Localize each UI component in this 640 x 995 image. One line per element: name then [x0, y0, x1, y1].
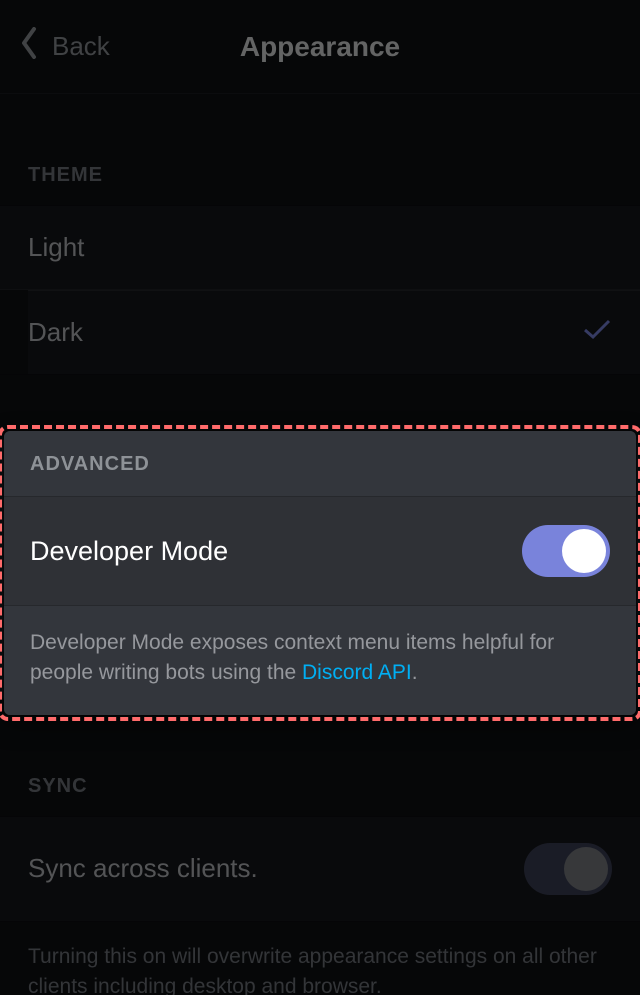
theme-option-label: Dark — [28, 317, 83, 348]
sync-description: Turning this on will overwrite appearanc… — [0, 922, 640, 995]
toggle-knob — [562, 529, 606, 573]
back-label: Back — [52, 31, 110, 62]
advanced-heading: ADVANCED — [4, 431, 636, 497]
desc-text-prefix: Developer Mode exposes context menu item… — [30, 631, 554, 684]
toggle-knob — [564, 847, 608, 891]
theme-option-label: Light — [28, 232, 84, 263]
sync-toggle-row[interactable]: Sync across clients. — [0, 816, 640, 922]
sync-heading: SYNC — [0, 757, 640, 816]
back-button[interactable]: Back — [20, 27, 110, 66]
chevron-left-icon — [20, 27, 38, 66]
desc-text-suffix: . — [412, 661, 418, 684]
developer-mode-label: Developer Mode — [30, 536, 228, 567]
theme-options: Light Dark — [0, 205, 640, 375]
header-bar: Back Appearance — [0, 0, 640, 94]
developer-mode-toggle[interactable] — [522, 525, 610, 577]
theme-option-dark[interactable]: Dark — [28, 290, 640, 374]
checkmark-icon — [582, 317, 612, 348]
discord-api-link[interactable]: Discord API — [302, 661, 412, 684]
advanced-section: ADVANCED Developer Mode Developer Mode e… — [4, 431, 636, 715]
advanced-section-highlight: ADVANCED Developer Mode Developer Mode e… — [4, 431, 636, 715]
developer-mode-description: Developer Mode exposes context menu item… — [4, 606, 636, 715]
theme-option-light[interactable]: Light — [0, 206, 640, 290]
sync-toggle[interactable] — [524, 843, 612, 895]
theme-heading: THEME — [0, 94, 640, 205]
sync-toggle-label: Sync across clients. — [28, 853, 258, 884]
theme-section: THEME Light Dark — [0, 94, 640, 375]
developer-mode-row[interactable]: Developer Mode — [4, 497, 636, 606]
sync-section: SYNC Sync across clients. Turning this o… — [0, 757, 640, 995]
